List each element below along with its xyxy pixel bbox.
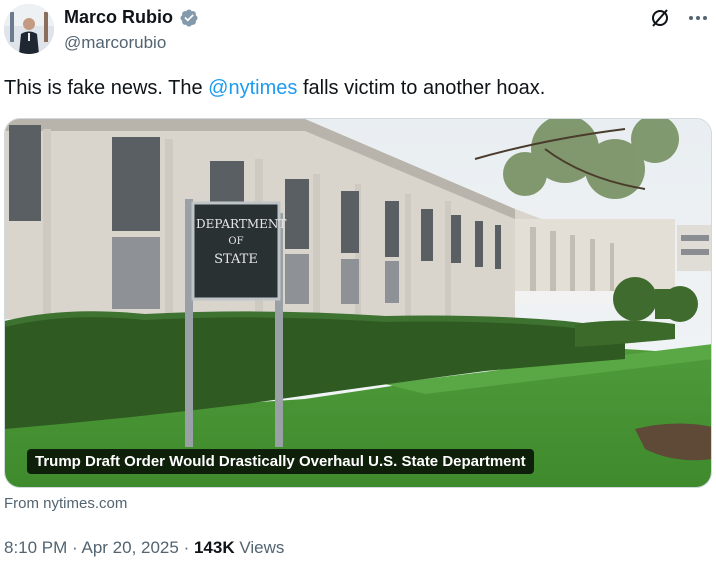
- link-card[interactable]: DEPARTMENT OF STATE Trump Draft Order Wo…: [4, 118, 712, 488]
- sign-text: DEPARTMENT OF STATE: [196, 215, 287, 269]
- meta-separator: ·: [178, 538, 194, 557]
- tweet-header: Marco Rubio @marcorubio: [0, 0, 716, 64]
- tweet-time[interactable]: 8:10 PM: [4, 538, 67, 557]
- sign-line-1: DEPARTMENT: [196, 217, 287, 231]
- card-image: [5, 119, 711, 487]
- more-dot: [689, 16, 693, 20]
- card-source[interactable]: From nytimes.com: [4, 495, 127, 512]
- tweet-meta: 8:10 PM · Apr 20, 2025 · 143K Views: [4, 538, 284, 558]
- verified-badge-icon: [180, 8, 198, 27]
- tweet-text-before: This is fake news. The: [4, 77, 209, 99]
- more-dot: [703, 16, 707, 20]
- display-name[interactable]: Marco Rubio: [64, 7, 173, 28]
- tweet-text-after: falls victim to another hoax.: [297, 77, 546, 99]
- card-caption: Trump Draft Order Would Drastically Over…: [27, 449, 534, 474]
- avatar-image: [4, 4, 54, 54]
- views-label: Views: [234, 538, 285, 557]
- meta-separator: ·: [67, 538, 82, 557]
- grok-icon[interactable]: [648, 6, 672, 30]
- more-dot: [696, 16, 700, 20]
- mention-link[interactable]: @nytimes: [208, 77, 297, 99]
- handle[interactable]: @marcorubio: [64, 33, 166, 53]
- sign-line-3: STATE: [214, 252, 258, 267]
- sign-line-2: OF: [228, 236, 244, 247]
- avatar[interactable]: [4, 4, 54, 54]
- views-count: 143K: [193, 538, 235, 557]
- name-row: Marco Rubio: [64, 7, 199, 28]
- tweet-date[interactable]: Apr 20, 2025: [81, 538, 178, 557]
- more-icon[interactable]: [686, 6, 710, 30]
- top-actions: [648, 6, 710, 30]
- tweet-text: This is fake news. The @nytimes falls vi…: [4, 75, 545, 101]
